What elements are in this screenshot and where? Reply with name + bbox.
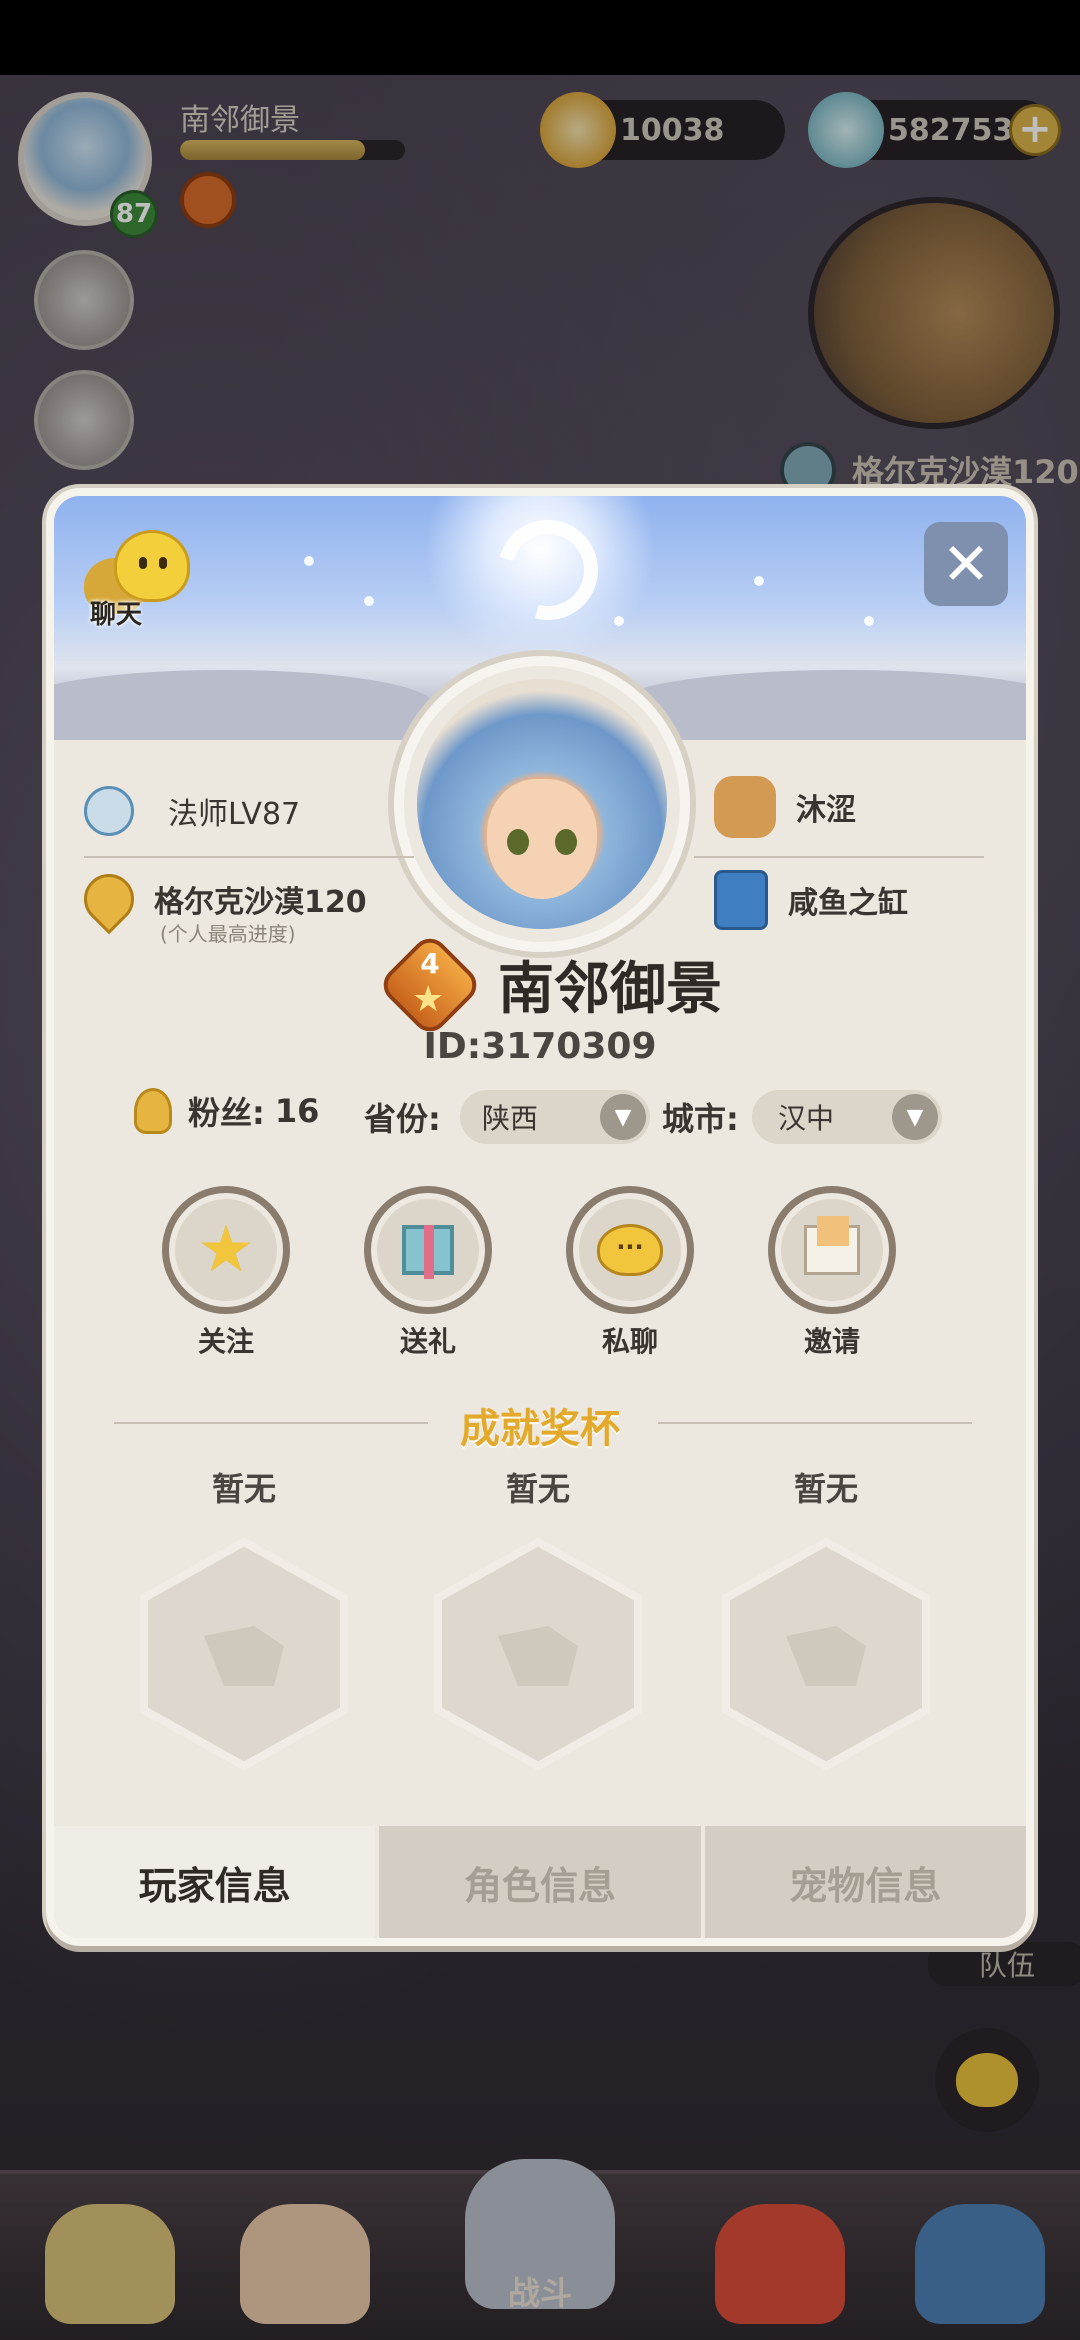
chat-dots-icon: ··· [597, 1224, 663, 1276]
trophy-empty-label: 暂无 [211, 1470, 276, 1508]
trophy-empty-label: 暂无 [793, 1470, 858, 1508]
trophy-slot[interactable]: 暂无 [428, 1464, 648, 1772]
guild-name: 咸鱼之缸 [788, 886, 908, 921]
private-chat-circle: ··· [566, 1186, 694, 1314]
trophy-empty-label: 暂无 [505, 1470, 570, 1508]
player-portrait [394, 656, 690, 952]
city-select[interactable]: 汉中 ▼ [752, 1090, 942, 1144]
player-name: 南邻御景 [498, 957, 722, 1022]
eye [159, 557, 167, 569]
portrait-image [417, 679, 667, 929]
private-chat-button[interactable]: ··· 私聊 [560, 1186, 700, 1360]
hill-decoration [54, 670, 434, 740]
gift-icon [402, 1225, 454, 1279]
player-id: ID:3170309 [423, 1026, 657, 1067]
rank-star-icon: ★ [412, 979, 445, 1020]
empty-trophy-icon [428, 1536, 648, 1772]
fans-icon [134, 1088, 172, 1134]
gift-ribbon [424, 1225, 434, 1279]
progress-note: (个人最高进度) [160, 922, 296, 946]
portrait-face [487, 779, 597, 899]
follow-label: 关注 [197, 1325, 254, 1358]
province-select[interactable]: 陕西 ▼ [460, 1090, 650, 1144]
chat-face-icon [114, 530, 190, 602]
trophy-slot[interactable]: 暂无 [716, 1464, 936, 1772]
trophy-slot[interactable]: 暂无 [134, 1464, 354, 1772]
star-icon: ★ [197, 1213, 255, 1287]
trophy-section-title: 成就奖杯 [460, 1406, 620, 1452]
follow-circle: ★ [162, 1186, 290, 1314]
fans-label: 粉丝: [188, 1094, 265, 1132]
progress-location: 格尔克沙漠120 [154, 885, 367, 920]
rank-number: 4 [420, 947, 440, 980]
eye [139, 557, 147, 569]
class-level: 法师LV87 [168, 797, 301, 832]
tab-pet-info[interactable]: 宠物信息 [705, 1826, 1026, 1938]
star-decoration [864, 616, 874, 626]
chevron-down-icon: ▼ [892, 1094, 938, 1140]
couple-icon [714, 776, 776, 838]
location-pin-icon [73, 863, 145, 935]
moon-decoration [479, 501, 617, 639]
panel-tabs: 玩家信息 角色信息 宠物信息 [54, 1826, 1026, 1938]
player-info-panel: 聊天 ✕ 法师LV87 格尔克沙漠120 (个人最高进度) 沐涩 咸鱼之缸 4 … [46, 488, 1034, 1946]
invite-circle [768, 1186, 896, 1314]
chat-label: 聊天 [90, 600, 143, 630]
envelope-icon [804, 1216, 860, 1275]
close-icon: ✕ [941, 530, 991, 598]
chevron-down-icon: ▼ [600, 1094, 646, 1140]
mage-class-icon [84, 786, 134, 836]
letter-icon [817, 1216, 849, 1246]
portrait-eye [555, 829, 577, 855]
partner-info[interactable]: 沐涩 [714, 776, 856, 838]
rank-badge: 4 ★ [376, 931, 484, 1039]
close-button[interactable]: ✕ [924, 522, 1008, 606]
gift-button[interactable]: 送礼 [358, 1186, 498, 1360]
province-label: 省份: [364, 1100, 441, 1138]
invite-label: 邀请 [803, 1325, 860, 1358]
invite-button[interactable]: 邀请 [762, 1186, 902, 1360]
portrait-eye [507, 829, 529, 855]
hill-decoration [614, 670, 1026, 740]
guild-banner-icon [714, 870, 768, 930]
city-label: 城市: [662, 1100, 739, 1138]
province-value: 陕西 [482, 1102, 539, 1135]
class-info: 法师LV87 [84, 786, 300, 836]
progress-info: 格尔克沙漠120 [73, 863, 367, 935]
fans-info: 粉丝: 16 [134, 1088, 319, 1134]
star-decoration [754, 576, 764, 586]
gift-label: 送礼 [399, 1325, 456, 1358]
private-chat-label: 私聊 [601, 1325, 658, 1358]
guild-info[interactable]: 咸鱼之缸 [714, 870, 908, 930]
tab-character-info[interactable]: 角色信息 [379, 1826, 705, 1938]
city-value: 汉中 [778, 1102, 835, 1135]
empty-trophy-icon [134, 1536, 354, 1772]
divider [694, 856, 984, 858]
follow-button[interactable]: ★ 关注 [156, 1186, 296, 1360]
partner-name: 沐涩 [796, 793, 856, 828]
star-decoration [614, 616, 624, 626]
gift-circle [364, 1186, 492, 1314]
empty-trophy-icon [716, 1536, 936, 1772]
chat-button[interactable]: 聊天 [84, 530, 204, 630]
divider [84, 856, 414, 858]
star-decoration [304, 556, 314, 566]
fans-count: 16 [274, 1092, 320, 1130]
star-decoration [364, 596, 374, 606]
tab-player-info[interactable]: 玩家信息 [54, 1826, 380, 1938]
